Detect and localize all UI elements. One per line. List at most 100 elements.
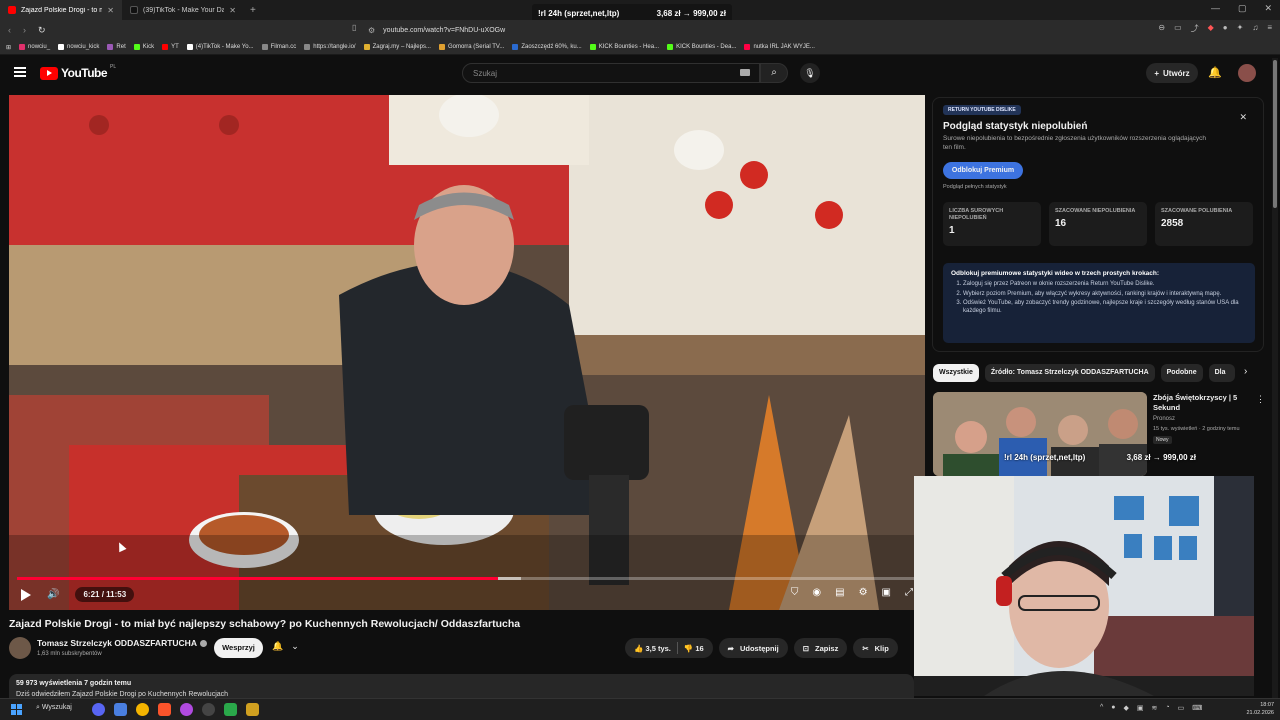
video-player[interactable]: 🔊 6:21 / 11:53 ⛉ ◉ ▤ ⚙ ▣ ⤢ <box>9 95 925 610</box>
wifi-icon[interactable]: ≋ <box>1152 704 1158 712</box>
subscription-bell[interactable]: 🔔 ⌄ <box>272 641 299 652</box>
subtitles-icon[interactable]: ▤ <box>835 587 844 598</box>
miniplayer-icon[interactable]: ▣ <box>882 587 891 598</box>
channel-name[interactable]: Tomasz Strzelczyk ODDASZFARTUCHA <box>37 638 207 648</box>
unlock-premium-button[interactable]: Odblokuj Premium <box>943 162 1023 179</box>
more-options-icon[interactable]: ⋮ <box>1256 394 1265 405</box>
brave-shield-icon[interactable]: ◆ <box>1208 23 1214 34</box>
close-icon[interactable]: ✕ <box>1239 112 1247 123</box>
bookmark-item[interactable]: nowciu_kick <box>58 44 99 50</box>
close-tab-icon[interactable]: ✕ <box>107 6 114 15</box>
chip-related[interactable]: Podobne <box>1160 364 1203 382</box>
scrollbar-thumb[interactable] <box>1273 60 1277 208</box>
app-icon[interactable] <box>224 703 237 716</box>
file-explorer-icon[interactable] <box>114 703 127 716</box>
brave-icon[interactable] <box>158 703 171 716</box>
search-button[interactable]: ⌕ <box>760 63 788 83</box>
minimize-icon[interactable]: — <box>1211 3 1220 14</box>
volume-icon[interactable]: ◔ <box>1165 704 1169 712</box>
menu-icon[interactable]: ≡ <box>1267 23 1272 34</box>
account-avatar[interactable] <box>1238 64 1256 82</box>
bookmark-item[interactable]: Zagraj.my – Najleps... <box>363 44 431 50</box>
keyboard-icon[interactable] <box>740 69 750 76</box>
bookmark-item[interactable]: Zaoszczędź 60%, ku... <box>512 44 582 50</box>
bookmark-item[interactable]: (4)TikTok - Make Yo... <box>186 44 254 50</box>
taskbar-clock[interactable]: 18:07 21.02.2026 <box>1236 701 1274 717</box>
site-info-icon[interactable]: ⚙ <box>368 26 375 35</box>
chip-all[interactable]: Wszystkie <box>933 364 979 382</box>
browser-icon[interactable] <box>180 703 193 716</box>
bookmark-item[interactable]: Kick <box>133 44 154 50</box>
chevron-right-icon[interactable]: › <box>1244 366 1247 377</box>
bookmark-item[interactable]: KICK Bounties - Dea... <box>667 44 736 50</box>
maximize-icon[interactable]: ▢ <box>1238 3 1247 14</box>
browser-tab-youtube[interactable]: Zajazd Polskie Drogi - to miał być ✕ <box>0 0 122 20</box>
taskbar-search[interactable]: ⌕ Wyszukaj <box>36 704 72 712</box>
youtube-favicon-icon <box>8 6 16 14</box>
zoom-icon[interactable]: ⊖ <box>1158 23 1165 34</box>
apps-grid-icon[interactable]: ⊞ <box>6 44 11 51</box>
recommendation-channel[interactable]: Pronosz <box>1153 416 1175 422</box>
tray-app-icon[interactable]: ● <box>1111 704 1115 712</box>
tiktok-favicon-icon <box>130 6 138 14</box>
clip-button[interactable]: ✂ Klip <box>853 638 898 658</box>
bookmark-item[interactable]: KICK Bounties - Hea... <box>589 44 659 50</box>
screenshot-icon[interactable]: ▭ <box>1174 23 1182 34</box>
bookmark-item[interactable]: https://tangle.io/ <box>304 44 356 50</box>
share-icon[interactable]: ⤴ <box>1191 23 1199 34</box>
tray-app-icon[interactable]: ◆ <box>1124 704 1129 712</box>
share-button[interactable]: ➦ Udostępnij <box>718 638 788 658</box>
support-button[interactable]: Wesprzyj <box>214 638 263 658</box>
new-tab-icon[interactable]: + <box>244 5 262 16</box>
battery-icon[interactable]: ▭ <box>1178 704 1185 712</box>
language-icon[interactable]: ⌨ <box>1192 704 1202 712</box>
close-window-icon[interactable]: ✕ <box>1264 3 1272 14</box>
windows-start-icon[interactable] <box>11 704 22 715</box>
url-field[interactable]: ⚙ youtube.com/watch?v=FNhDU-uXOGw <box>368 23 908 37</box>
tray-app-icon[interactable]: ▣ <box>1137 704 1144 712</box>
recommendation-title[interactable]: Zbója Świętokrzyscy | 5 Sekund <box>1153 393 1251 413</box>
page-scrollbar[interactable] <box>1272 58 1278 698</box>
back-icon[interactable]: ‹ <box>8 25 11 36</box>
bookmark-item[interactable]: Gomorra (Serial TV... <box>438 44 504 50</box>
extensions-puzzle-icon[interactable]: ✦ <box>1237 23 1244 34</box>
search-input[interactable]: Szukaj <box>462 63 760 83</box>
bookmark-item[interactable]: nowciu_ <box>19 44 50 50</box>
sponsor-block-icon[interactable]: ⛉ <box>791 587 799 598</box>
reload-icon[interactable]: ↻ <box>38 25 46 36</box>
bookmark-favicon <box>363 44 370 50</box>
save-button[interactable]: ⊡ Zapisz <box>793 638 848 658</box>
forward-icon[interactable]: › <box>23 25 26 36</box>
notifications-bell-icon[interactable]: 🔔 <box>1208 66 1222 79</box>
app-icon[interactable] <box>246 703 259 716</box>
music-icon[interactable]: ♫ <box>1252 23 1258 34</box>
bookmark-item[interactable]: nutka IRL JAK WYJE... <box>744 44 815 50</box>
chip-for-you[interactable]: Dla <box>1208 364 1235 382</box>
volume-icon[interactable]: 🔊 <box>47 589 59 600</box>
close-tab-icon[interactable]: ✕ <box>229 6 236 15</box>
progress-bar[interactable] <box>17 577 917 580</box>
extension-icon[interactable]: ● <box>1223 23 1228 34</box>
chip-source[interactable]: Źródło: Tomasz Strzelczyk ODDASZFARTUCHA <box>984 364 1155 382</box>
views-and-date: 59 973 wyświetlenia 7 godzin temu <box>16 680 132 687</box>
browser-tab-tiktok[interactable]: (39)TikTok - Make Your Day ✕ <box>122 0 244 20</box>
like-button[interactable]: 👍 3,5 tys. <box>634 644 671 653</box>
bookmark-item[interactable]: Filman.cc <box>261 44 296 50</box>
autoplay-toggle-icon[interactable]: ◉ <box>812 587 821 598</box>
chevron-up-icon[interactable]: ^ <box>1100 704 1103 712</box>
settings-gear-icon[interactable]: ⚙ <box>859 587 868 598</box>
discord-icon[interactable] <box>92 703 105 716</box>
chrome-icon[interactable] <box>136 703 149 716</box>
dislike-button[interactable]: 👎 16 <box>684 644 704 653</box>
play-icon[interactable] <box>21 588 31 601</box>
create-button[interactable]: + Utwórz <box>1146 63 1198 83</box>
obs-icon[interactable] <box>202 703 215 716</box>
bookmark-item[interactable]: Ret <box>107 44 126 50</box>
fullscreen-icon[interactable]: ⤢ <box>905 587 913 598</box>
voice-search-button[interactable]: 🎙 <box>800 63 820 83</box>
channel-avatar[interactable] <box>9 637 31 659</box>
menu-hamburger-icon[interactable] <box>14 67 26 77</box>
youtube-logo[interactable]: YouTube PL <box>40 64 116 80</box>
bookmark-item[interactable]: YT <box>162 44 179 50</box>
bookmark-icon[interactable]: ▯ <box>352 23 356 32</box>
